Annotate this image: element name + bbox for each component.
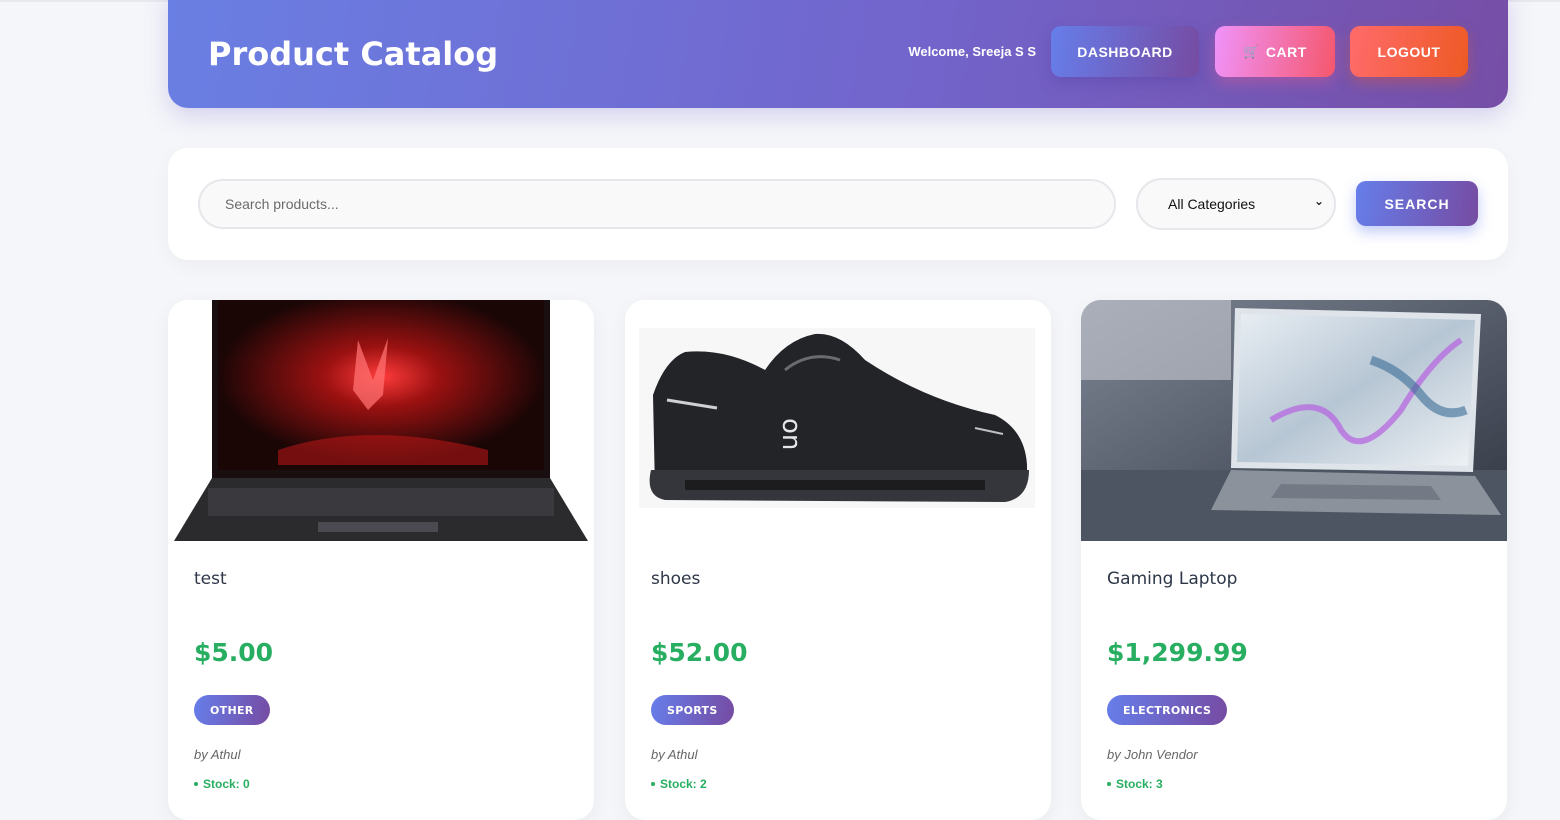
category-select-value: All Categories <box>1168 196 1256 212</box>
shopping-cart-icon: 🛒 <box>1243 43 1260 59</box>
product-price: $1,299.99 <box>1107 638 1248 667</box>
dashboard-button[interactable]: DASHBOARD <box>1051 26 1199 77</box>
bullet-icon <box>651 782 655 786</box>
category-badge: ELECTRONICS <box>1107 695 1228 725</box>
product-vendor: by John Vendor <box>1107 747 1198 762</box>
search-input[interactable] <box>198 179 1116 229</box>
product-image <box>168 300 594 541</box>
product-name: test <box>194 569 227 589</box>
svg-text:on: on <box>776 418 806 450</box>
dashboard-button-label: DASHBOARD <box>1077 43 1173 60</box>
stock-text: Stock: 0 <box>203 777 250 791</box>
product-card[interactable]: Gaming Laptop $1,299.99 ELECTRONICS by J… <box>1081 300 1507 820</box>
product-vendor: by Athul <box>194 747 241 762</box>
search-panel: All Categories ⌄ SEARCH <box>168 148 1508 260</box>
search-button-label: SEARCH <box>1384 195 1450 212</box>
product-card[interactable]: test $5.00 OTHER by Athul Stock: 0 <box>168 300 594 820</box>
logout-button[interactable]: LOGOUT <box>1350 26 1468 77</box>
product-name: Gaming Laptop <box>1107 569 1238 589</box>
stock-text: Stock: 2 <box>660 777 707 791</box>
logout-button-label: LOGOUT <box>1377 43 1441 60</box>
product-card[interactable]: on shoes $52.00 SPORTS by Athul Stock: 2 <box>625 300 1051 820</box>
page-header: Product Catalog Welcome, Sreeja S S DASH… <box>168 0 1508 108</box>
product-image <box>1081 300 1507 541</box>
product-name: shoes <box>651 569 701 589</box>
stock-status: Stock: 3 <box>1107 777 1163 791</box>
stock-status: Stock: 0 <box>194 777 250 791</box>
stock-status: Stock: 2 <box>651 777 707 791</box>
chevron-down-icon: ⌄ <box>1313 194 1324 208</box>
bullet-icon <box>194 782 198 786</box>
bullet-icon <box>1107 782 1111 786</box>
cart-button-label: CART <box>1265 43 1307 60</box>
product-price: $52.00 <box>651 638 748 667</box>
welcome-text: Welcome, Sreeja S S <box>908 44 1036 59</box>
category-select[interactable]: All Categories ⌄ <box>1136 178 1336 230</box>
product-image: on <box>625 300 1051 541</box>
cart-button[interactable]: 🛒 CART <box>1215 26 1335 77</box>
stock-text: Stock: 3 <box>1116 777 1163 791</box>
product-vendor: by Athul <box>651 747 698 762</box>
page-title: Product Catalog <box>208 35 499 73</box>
product-price: $5.00 <box>194 638 274 667</box>
search-button[interactable]: SEARCH <box>1356 181 1478 226</box>
category-badge: SPORTS <box>651 695 734 725</box>
category-badge: OTHER <box>194 695 270 725</box>
